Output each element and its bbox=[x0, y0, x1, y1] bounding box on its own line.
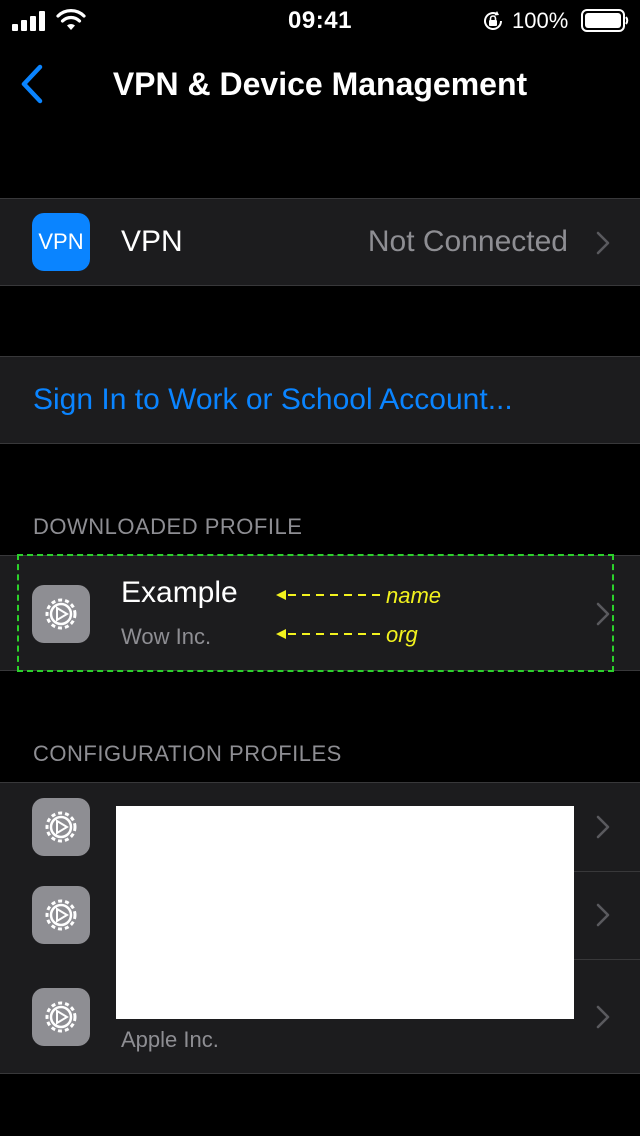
gear-icon bbox=[45, 811, 77, 843]
sign-in-link[interactable]: Sign In to Work or School Account... bbox=[33, 383, 513, 417]
navigation-bar: VPN & Device Management bbox=[0, 44, 640, 128]
vpn-status-value: Not Connected bbox=[367, 225, 568, 258]
profile-name: Example bbox=[121, 576, 238, 609]
sign-in-row[interactable]: Sign In to Work or School Account... bbox=[0, 356, 640, 444]
downloaded-profile-row[interactable]: Example Wow Inc. bbox=[0, 555, 640, 671]
chevron-right-icon bbox=[596, 231, 610, 255]
profile-org: Apple Inc. bbox=[121, 1027, 219, 1052]
chevron-right-icon bbox=[596, 815, 610, 839]
annotation-org-label: org bbox=[386, 622, 418, 647]
redaction-box bbox=[116, 806, 574, 1019]
orientation-lock-icon bbox=[484, 11, 503, 30]
status-bar: 09:41 100% bbox=[0, 0, 640, 40]
settings-gear-icon bbox=[32, 988, 90, 1046]
settings-gear-icon bbox=[32, 886, 90, 944]
page-title: VPN & Device Management bbox=[112, 66, 528, 102]
annotation-arrow-name bbox=[276, 590, 382, 600]
vpn-icon: VPN bbox=[32, 213, 90, 271]
gear-icon bbox=[45, 598, 77, 630]
vpn-label: VPN bbox=[121, 225, 183, 258]
gear-icon bbox=[45, 1001, 77, 1033]
vpn-icon-label: VPN bbox=[38, 229, 84, 254]
annotation-arrow-org bbox=[276, 629, 382, 639]
settings-gear-icon bbox=[32, 798, 90, 856]
battery-percent: 100% bbox=[512, 8, 569, 33]
downloaded-profile-header: DOWNLOADED PROFILE bbox=[33, 514, 303, 539]
gear-icon bbox=[45, 899, 77, 931]
chevron-right-icon bbox=[596, 602, 610, 626]
annotation-name-label: name bbox=[386, 583, 442, 608]
chevron-right-icon bbox=[596, 1005, 610, 1029]
battery-icon bbox=[581, 9, 629, 32]
configuration-profiles-header: CONFIGURATION PROFILES bbox=[33, 741, 342, 766]
profile-org: Wow Inc. bbox=[121, 624, 212, 649]
chevron-right-icon bbox=[596, 903, 610, 927]
vpn-row[interactable]: VPN VPN Not Connected bbox=[0, 198, 640, 286]
settings-gear-icon bbox=[32, 585, 90, 643]
